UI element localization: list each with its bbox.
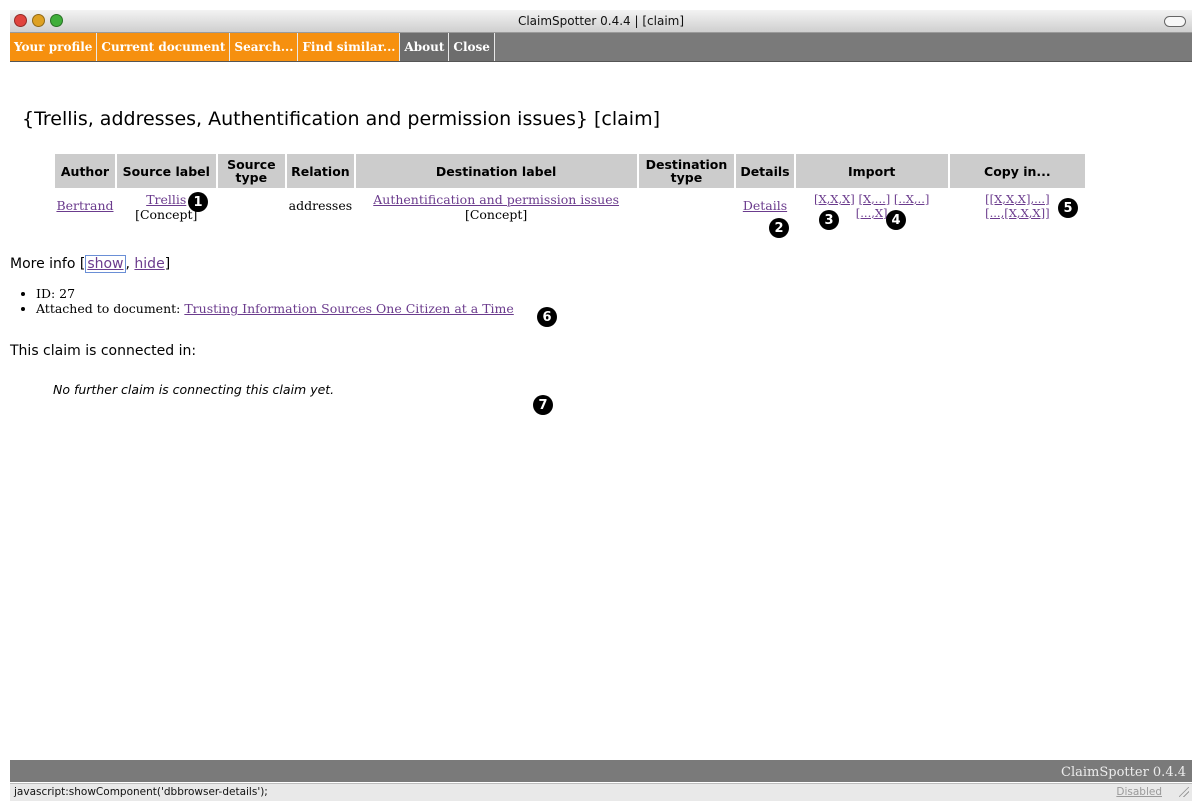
no-claim-message: No further claim is connecting this clai… <box>53 382 335 397</box>
list-item: Attached to document: Trusting Informati… <box>36 301 514 316</box>
details-link[interactable]: Details <box>743 198 787 213</box>
destination-label-link[interactable]: Authentification and permission issues <box>373 192 619 207</box>
toolbar-toggle-icon[interactable] <box>1164 16 1186 27</box>
source-label-link[interactable]: Trellis <box>146 192 186 207</box>
header-source-label: Source label <box>116 154 216 188</box>
header-relation: Relation <box>287 154 354 188</box>
menu-close[interactable]: Close <box>449 33 495 61</box>
resize-grip-icon[interactable] <box>1179 787 1189 797</box>
copy-in-last-link[interactable]: [...,[X,X,X]] <box>985 206 1049 220</box>
destination-label-cell: Authentification and permission issues [… <box>356 188 637 223</box>
show-link[interactable]: show <box>85 255 126 273</box>
table-header-row: Author Source label Source type Relation… <box>55 154 1085 188</box>
header-details: Details <box>736 154 794 188</box>
page-title: {Trellis, addresses, Authentification an… <box>22 108 660 130</box>
footer-bar: ClaimSpotter 0.4.4 <box>10 760 1192 782</box>
import-dx-link[interactable]: [..X,..] <box>894 192 929 206</box>
import-xxx-link[interactable]: [X,X,X] <box>814 192 855 206</box>
header-destination-type: Destination type <box>638 154 735 188</box>
header-import: Import <box>795 154 948 188</box>
connected-heading: This claim is connected in: <box>10 343 197 359</box>
more-info: More info [show, hide] <box>10 255 171 273</box>
table-row: Bertrand Trellis [Concept] addresses Aut… <box>55 188 1085 223</box>
header-author: Author <box>55 154 115 188</box>
annotation-badge-5: 5 <box>1058 198 1078 218</box>
annotation-badge-6: 6 <box>537 307 557 327</box>
attached-label: Attached to document: <box>36 301 185 316</box>
annotation-badge-4: 4 <box>886 210 906 230</box>
destination-kind: [Concept] <box>464 207 528 222</box>
menu-your-profile[interactable]: Your profile <box>10 33 98 61</box>
import-x-dots-link[interactable]: [X,...] <box>858 192 890 206</box>
status-disabled: Disabled <box>1116 786 1162 798</box>
annotation-badge-3: 3 <box>819 210 839 230</box>
header-copy-in: Copy in... <box>949 154 1085 188</box>
copy-in-first-link[interactable]: [[X,X,X],...] <box>985 192 1049 206</box>
annotation-badge-1: 1 <box>188 192 208 212</box>
relation-cell: addresses <box>288 198 353 213</box>
more-info-end: ] <box>164 256 171 272</box>
menu-current-document[interactable]: Current document <box>97 33 231 61</box>
menu-about[interactable]: About <box>400 33 450 61</box>
hide-link[interactable]: hide <box>134 256 164 272</box>
header-source-type: Source type <box>217 154 286 188</box>
status-bar: javascript:showComponent('dbbrowser-deta… <box>10 783 1192 801</box>
menu-bar: Your profile Current document Search... … <box>10 33 1192 62</box>
details-cell: Details <box>736 188 793 223</box>
menu-find-similar[interactable]: Find similar... <box>298 33 401 61</box>
more-info-label: More info [ <box>10 256 86 272</box>
window-title: ClaimSpotter 0.4.4 | [claim] <box>517 14 685 28</box>
attached-document-link[interactable]: Trusting Information Sources One Citizen… <box>184 301 513 316</box>
footer-app-name: ClaimSpotter 0.4.4 <box>1061 765 1186 780</box>
menu-search[interactable]: Search... <box>230 33 299 61</box>
source-kind: [Concept] <box>135 207 198 222</box>
header-destination-label: Destination label <box>355 154 637 188</box>
claims-table: Author Source label Source type Relation… <box>53 154 1087 223</box>
info-list: ID: 27 Attached to document: Trusting In… <box>18 286 514 316</box>
annotation-badge-7: 7 <box>533 395 553 415</box>
source-type-cell <box>218 188 286 223</box>
destination-type-cell <box>639 188 735 223</box>
import-dots-x-link[interactable]: [...,X] <box>856 206 888 220</box>
annotation-badge-2: 2 <box>769 218 789 238</box>
window-titlebar: ClaimSpotter 0.4.4 | [claim] <box>10 10 1192 33</box>
list-item: ID: 27 <box>36 286 514 301</box>
status-text: javascript:showComponent('dbbrowser-deta… <box>14 786 268 798</box>
author-cell: Bertrand <box>55 188 115 223</box>
author-link[interactable]: Bertrand <box>56 198 113 213</box>
